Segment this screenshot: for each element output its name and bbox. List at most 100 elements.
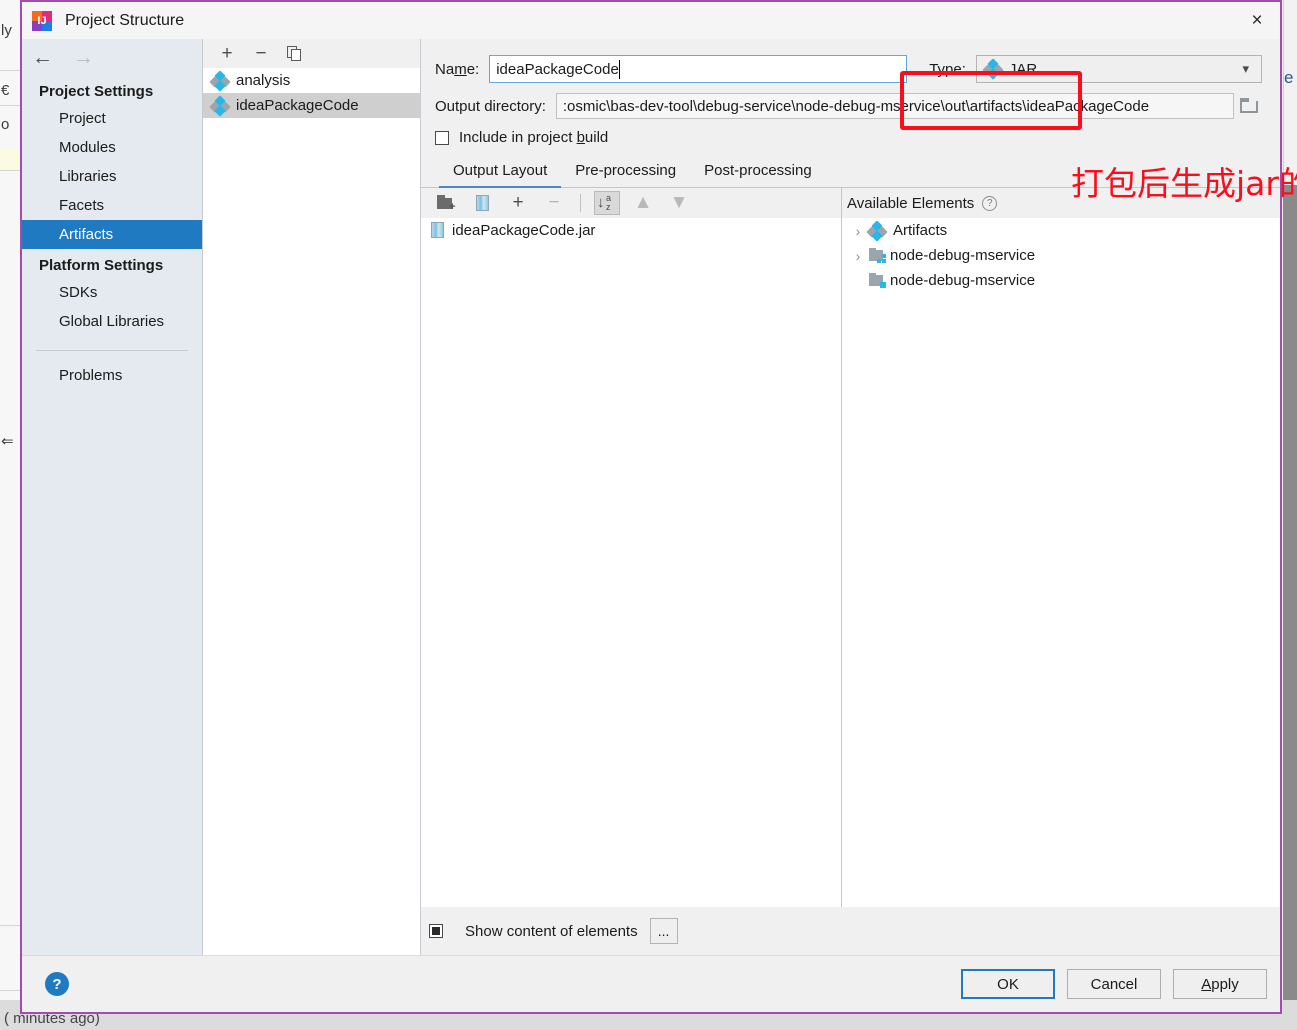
name-and-type-row: Name: Type: JAR ▾ xyxy=(435,55,1262,83)
background-glyph-1: € xyxy=(1,82,10,99)
help-icon[interactable]: ? xyxy=(982,195,998,211)
available-element-label: node-debug-mservice xyxy=(890,272,1036,289)
background-separator-1 xyxy=(0,70,22,71)
create-directory-icon[interactable]: + xyxy=(433,191,459,215)
jar-icon xyxy=(431,222,444,238)
name-label: Name: xyxy=(435,60,480,78)
output-layout-footer: Show content of elements ... xyxy=(421,907,1280,955)
text-caret xyxy=(619,60,621,79)
browse-folder-icon[interactable] xyxy=(1240,98,1262,114)
intellij-idea-icon: IJ xyxy=(32,10,52,31)
sidebar-item-facets[interactable]: Facets xyxy=(22,191,202,220)
background-separator-4 xyxy=(0,925,22,926)
move-down-icon[interactable]: ▼ xyxy=(666,191,692,215)
ok-button[interactable]: OK xyxy=(961,969,1055,999)
settings-sidebar: ← → Project Settings Project Modules Lib… xyxy=(22,39,203,955)
cancel-button[interactable]: Cancel xyxy=(1067,969,1161,999)
module-production-icon xyxy=(869,248,886,263)
tree-row[interactable]: › node-debug-mservice xyxy=(842,268,1280,293)
apply-button[interactable]: Apply xyxy=(1173,969,1267,999)
artifact-diamond-icon xyxy=(866,219,888,242)
background-separator-5 xyxy=(0,990,22,991)
sidebar-navigation-arrows: ← → xyxy=(22,39,202,75)
sidebar-item-libraries[interactable]: Libraries xyxy=(22,162,202,191)
artifact-form: Name: Type: JAR ▾ Output d xyxy=(421,39,1280,150)
background-ide-left-strip: ly € o ⇐ xyxy=(0,0,22,1030)
sidebar-item-artifacts[interactable]: Artifacts xyxy=(22,220,202,249)
sort-alphabetically-icon[interactable]: ↓ a z xyxy=(594,191,620,215)
type-dropdown[interactable]: JAR ▾ xyxy=(975,55,1262,83)
help-button[interactable]: ? xyxy=(45,972,69,996)
sidebar-item-global-libraries[interactable]: Global Libraries xyxy=(22,307,202,336)
sidebar-item-project[interactable]: Project xyxy=(22,104,202,133)
more-options-button[interactable]: ... xyxy=(649,918,678,944)
output-element-label: ideaPackageCode.jar xyxy=(452,221,596,239)
artifact-name: analysis xyxy=(236,72,291,89)
tree-row[interactable]: › Artifacts xyxy=(842,218,1280,243)
output-directory-label: Output directory: xyxy=(435,97,546,115)
background-glyph-0: ly xyxy=(1,22,12,39)
dialog-title: Project Structure xyxy=(65,11,185,29)
output-layout-panes: + + − ↓ a z ▲ ▼ ideaPackageCode.jar Avai… xyxy=(421,188,1280,907)
remove-element-icon[interactable]: − xyxy=(541,191,567,215)
tab-output-layout[interactable]: Output Layout xyxy=(439,156,562,188)
sidebar-divider xyxy=(36,350,188,351)
artifacts-list-panel: + − analysis ideaPackageCode xyxy=(203,39,421,955)
list-item[interactable]: analysis xyxy=(203,68,420,93)
available-elements-pane: Available Elements ? › Artifacts › node-… xyxy=(842,188,1280,907)
background-glyph-2: o xyxy=(1,116,10,133)
artifacts-list-toolbar: + − xyxy=(203,39,420,68)
type-label: Type: xyxy=(929,60,966,78)
tab-post-processing[interactable]: Post-processing xyxy=(690,156,826,188)
name-input[interactable] xyxy=(489,55,908,83)
tab-pre-processing[interactable]: Pre-processing xyxy=(561,156,690,188)
output-directory-row: Output directory: :osmic\bas-dev-tool\de… xyxy=(435,93,1262,119)
add-artifact-icon[interactable]: + xyxy=(216,43,238,65)
background-highlight-row xyxy=(0,150,22,172)
available-elements-header: Available Elements ? xyxy=(842,188,1280,218)
forward-arrow-icon[interactable]: → xyxy=(73,47,94,68)
show-content-of-elements-checkbox[interactable] xyxy=(429,924,443,938)
add-copy-of-icon[interactable]: + xyxy=(505,191,531,215)
close-icon[interactable]: × xyxy=(1234,2,1280,39)
output-layout-toolbar: + + − ↓ a z ▲ ▼ xyxy=(421,188,841,218)
sidebar-group-project-settings: Project Settings xyxy=(39,83,154,100)
create-archive-icon[interactable] xyxy=(469,191,495,215)
available-element-label: Artifacts xyxy=(893,222,948,239)
sidebar-item-modules[interactable]: Modules xyxy=(22,133,202,162)
artifact-diamond-icon xyxy=(209,94,231,117)
list-item[interactable]: ideaPackageCode xyxy=(203,93,420,118)
available-elements-title: Available Elements xyxy=(847,194,975,212)
dialog-footer: ? OK Cancel Apply xyxy=(22,955,1280,1012)
project-structure-dialog: IJ Project Structure × ← → Project Setti… xyxy=(20,0,1297,1014)
move-up-icon[interactable]: ▲ xyxy=(630,191,656,215)
show-content-of-elements-label: Show content of elements xyxy=(465,922,638,940)
tree-row[interactable]: › node-debug-mservice xyxy=(842,243,1280,268)
back-arrow-icon[interactable]: ← xyxy=(32,47,53,68)
sidebar-item-problems[interactable]: Problems xyxy=(22,361,202,390)
include-in-build-checkbox[interactable] xyxy=(435,130,449,145)
chevron-right-icon[interactable]: › xyxy=(847,248,869,264)
remove-artifact-icon[interactable]: − xyxy=(250,43,272,65)
include-in-build-row[interactable]: Include in project build xyxy=(435,129,1262,146)
copy-artifact-icon[interactable] xyxy=(284,43,306,65)
artifact-detail-panel: Name: Type: JAR ▾ Output d xyxy=(421,39,1297,955)
jar-type-diamond-icon xyxy=(982,58,1004,80)
output-directory-input[interactable]: :osmic\bas-dev-tool\debug-service\node-d… xyxy=(555,93,1234,119)
dialog-titlebar: IJ Project Structure × xyxy=(22,2,1280,39)
type-selected-value: JAR xyxy=(1008,60,1038,78)
output-layout-pane: + + − ↓ a z ▲ ▼ ideaPackageCode.jar xyxy=(421,188,842,907)
chevron-right-icon[interactable]: › xyxy=(847,223,869,239)
artifact-name: ideaPackageCode xyxy=(236,97,359,114)
chevron-down-icon: ▾ xyxy=(1242,61,1249,76)
tree-row[interactable]: ideaPackageCode.jar xyxy=(421,218,841,242)
background-separator-3 xyxy=(0,170,22,171)
sidebar-group-platform-settings: Platform Settings xyxy=(39,257,164,274)
module-test-icon xyxy=(869,273,886,288)
sidebar-item-sdks[interactable]: SDKs xyxy=(22,278,202,307)
artifact-tabs: Output Layout Pre-processing Post-proces… xyxy=(421,156,1280,188)
output-directory-value: :osmic\bas-dev-tool\debug-service\node-d… xyxy=(562,97,1150,115)
include-in-build-label: Include in project build xyxy=(459,129,609,146)
artifact-diamond-icon xyxy=(209,69,231,92)
chevron-right-icon-placeholder: › xyxy=(847,273,869,289)
